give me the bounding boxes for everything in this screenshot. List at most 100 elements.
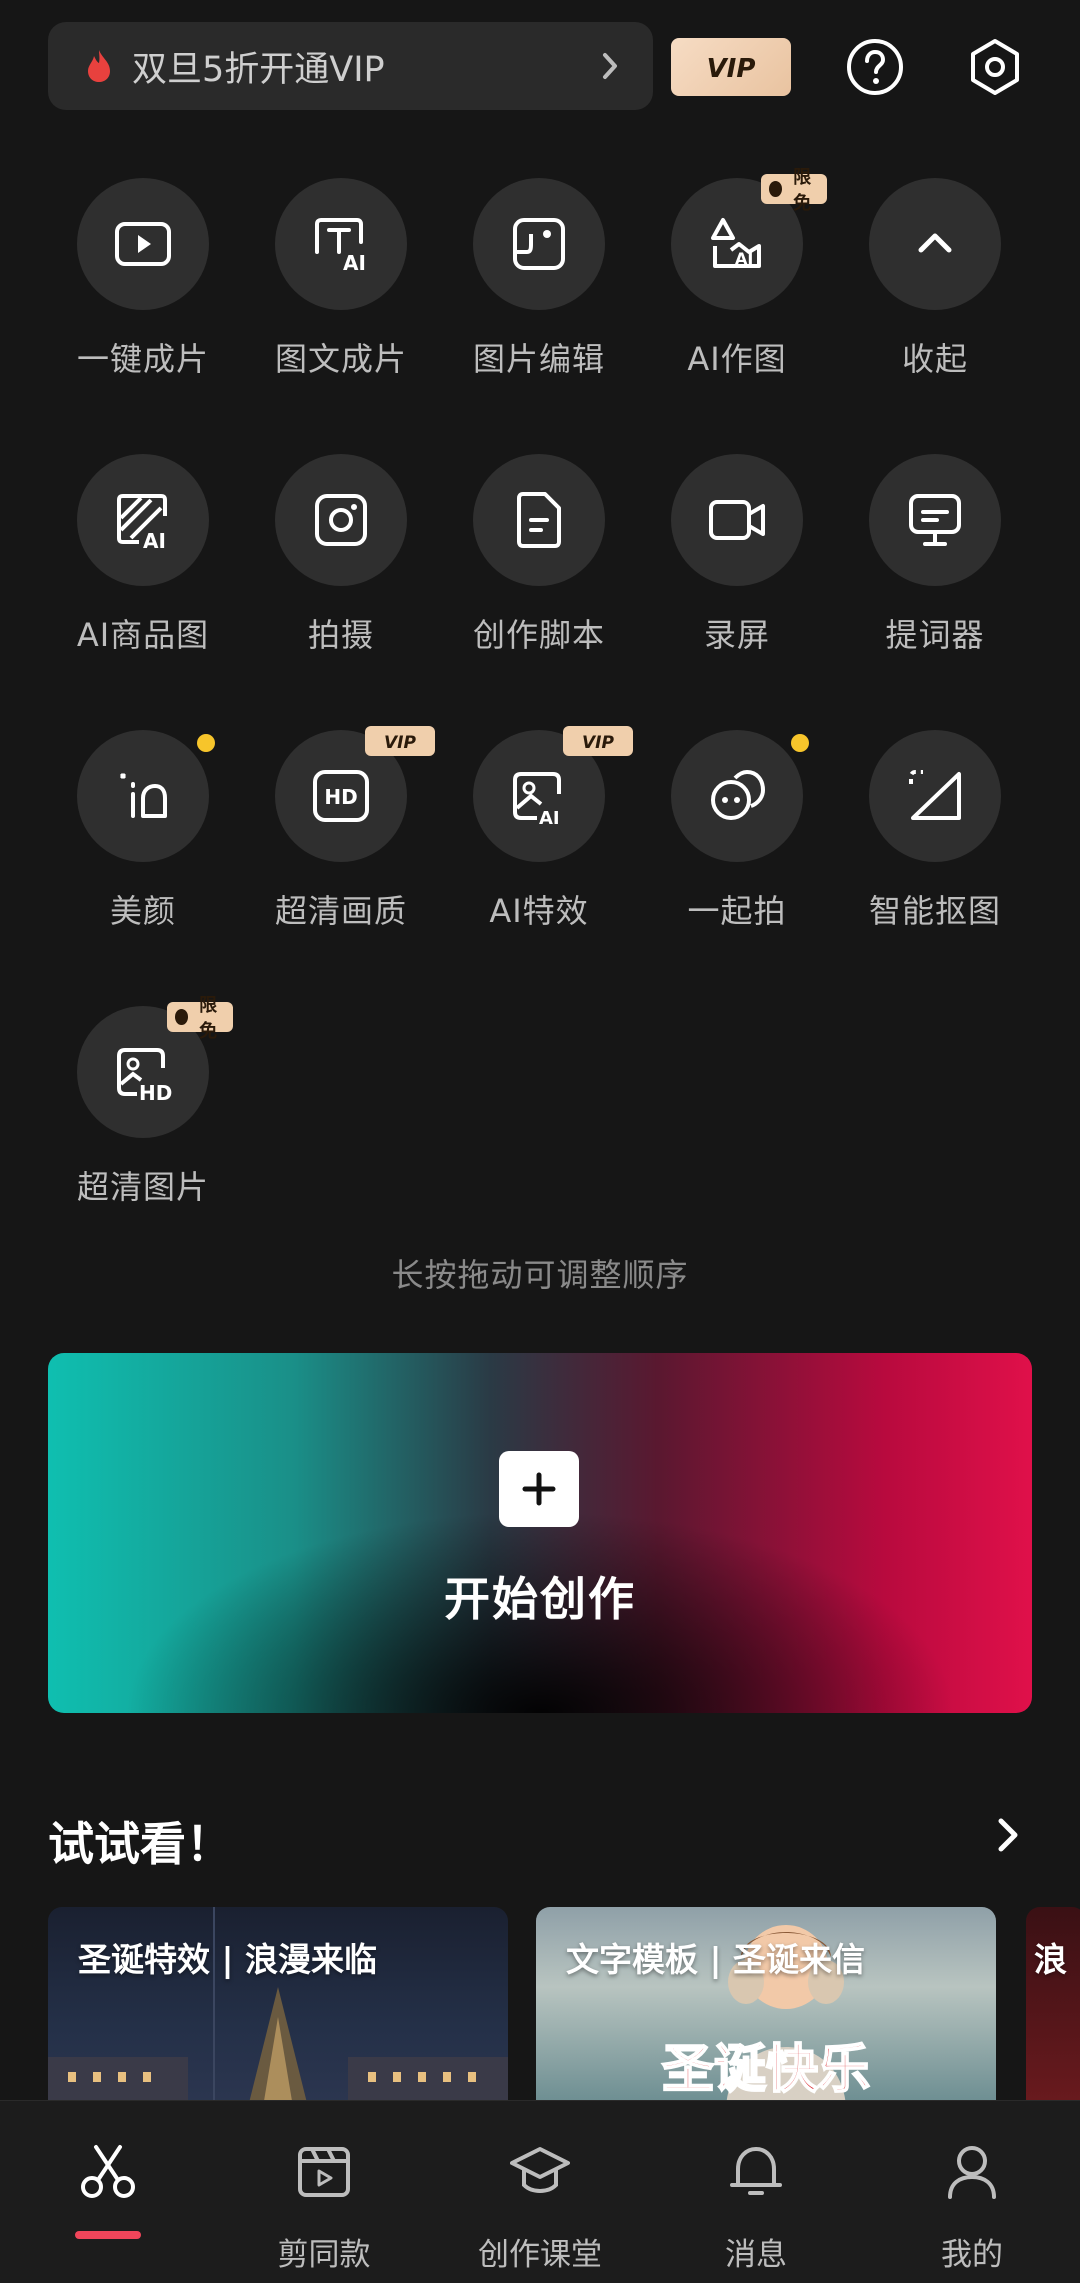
tool-icon-circle bbox=[275, 454, 407, 586]
tool-label: 超清画质 bbox=[274, 892, 407, 930]
new-dot-indicator bbox=[791, 734, 809, 752]
tool-collapse[interactable]: 收起 bbox=[845, 178, 1025, 380]
tool-label: 一键成片 bbox=[76, 340, 209, 378]
nav-profile[interactable]: 我的 bbox=[864, 2101, 1080, 2283]
hd-image-icon: HD bbox=[117, 1048, 172, 1104]
tool-ai-effect[interactable]: AI VIP AI特效 bbox=[449, 726, 633, 932]
nav-label: 创作课堂 bbox=[478, 2237, 602, 2273]
tool-duet[interactable]: 一起拍 bbox=[647, 730, 827, 932]
tool-label: 超清图片 bbox=[76, 1168, 209, 1206]
tool-icon-circle: AI bbox=[275, 178, 407, 310]
tool-icon-circle bbox=[671, 730, 803, 862]
chevron-right-icon[interactable] bbox=[993, 1815, 1023, 1855]
tool-hd-quality[interactable]: HD VIP 超清画质 bbox=[251, 726, 435, 932]
promo-text: 双旦5折开通VIP bbox=[132, 49, 385, 90]
card-title: 文字模板 | 圣诞来信 bbox=[566, 1940, 866, 1979]
help-icon[interactable] bbox=[845, 37, 905, 97]
camera-icon bbox=[315, 494, 367, 546]
svg-text:VIP: VIP bbox=[707, 54, 756, 81]
new-dot-indicator bbox=[197, 734, 215, 752]
nav-edit[interactable] bbox=[0, 2101, 216, 2283]
tool-label: 创作脚本 bbox=[472, 616, 605, 654]
vip-button[interactable]: VIP bbox=[671, 38, 791, 96]
vip-badge: VIP bbox=[365, 726, 435, 756]
tool-label: AI特效 bbox=[489, 892, 589, 930]
text-ai-icon: AI bbox=[315, 218, 366, 275]
svg-text:AI: AI bbox=[735, 249, 753, 268]
badge-text: 限免 bbox=[793, 167, 812, 214]
svg-text:VIP: VIP bbox=[582, 733, 614, 752]
tool-camera[interactable]: 拍摄 bbox=[251, 454, 431, 656]
image-edit-icon bbox=[513, 218, 565, 270]
person-icon bbox=[948, 2146, 996, 2199]
tool-screen-record[interactable]: 录屏 bbox=[647, 454, 827, 656]
scissors-icon bbox=[81, 2145, 135, 2198]
svg-text:AI: AI bbox=[539, 808, 560, 828]
active-indicator bbox=[75, 2231, 141, 2239]
play-video-icon bbox=[115, 222, 171, 266]
tool-icon-circle bbox=[77, 730, 209, 862]
template-card[interactable]: 圣诞特效 | 浪漫来临 bbox=[48, 1907, 508, 2107]
tool-ai-product[interactable]: AI AI商品图 bbox=[53, 454, 233, 656]
settings-icon[interactable] bbox=[965, 37, 1025, 97]
tool-icon-circle bbox=[77, 178, 209, 310]
tool-label: 智能抠图 bbox=[868, 892, 1001, 930]
plus-icon bbox=[499, 1451, 579, 1527]
tool-icon-circle: AI bbox=[77, 454, 209, 586]
hd-icon: HD bbox=[313, 770, 369, 822]
top-bar: 双旦5折开通VIP VIP bbox=[48, 22, 1048, 112]
tool-text-to-video[interactable]: AI 图文成片 bbox=[251, 178, 431, 380]
vip-promo-banner[interactable]: 双旦5折开通VIP bbox=[48, 22, 653, 110]
vip-logo-icon: VIP bbox=[707, 54, 756, 81]
template-card[interactable]: 浪 bbox=[1026, 1907, 1080, 2107]
nav-classroom[interactable]: 创作课堂 bbox=[432, 2101, 648, 2283]
template-card[interactable]: 圣诞快乐 文字模板 | 圣诞来信 bbox=[536, 1907, 996, 2107]
flame-icon bbox=[88, 50, 110, 82]
tool-icon-circle bbox=[869, 454, 1001, 586]
tool-hd-image[interactable]: HD 限免 超清图片 bbox=[53, 995, 233, 1208]
nav-label: 剪同款 bbox=[277, 2237, 371, 2273]
vip-logo-icon: VIP bbox=[582, 733, 614, 752]
tool-ai-draw[interactable]: AI 限免 AI作图 bbox=[647, 167, 827, 380]
nav-template[interactable]: 剪同款 bbox=[216, 2101, 432, 2283]
cutout-icon bbox=[909, 770, 961, 820]
tool-icon-circle bbox=[473, 454, 605, 586]
limited-free-badge: 限免 bbox=[761, 167, 827, 214]
svg-text:HD: HD bbox=[139, 1081, 172, 1104]
tool-label: 录屏 bbox=[703, 616, 770, 654]
limited-free-badge: 限免 bbox=[167, 995, 233, 1042]
clapper-icon bbox=[298, 2147, 350, 2197]
tool-script[interactable]: 创作脚本 bbox=[449, 454, 629, 656]
svg-text:HD: HD bbox=[324, 785, 357, 809]
tool-label: 图片编辑 bbox=[472, 340, 605, 378]
screen-record-icon bbox=[709, 500, 765, 540]
duet-icon bbox=[711, 769, 766, 820]
start-creation-button[interactable]: 开始创作 bbox=[48, 1353, 1032, 1713]
clock-icon bbox=[175, 1009, 189, 1025]
graduation-cap-icon bbox=[510, 2147, 570, 2193]
svg-text:AI: AI bbox=[343, 251, 366, 275]
ai-product-icon: AI bbox=[117, 494, 167, 552]
clock-icon bbox=[769, 181, 783, 197]
card-title: 圣诞特效 | 浪漫来临 bbox=[78, 1940, 378, 1979]
badge-text: 限免 bbox=[199, 995, 218, 1042]
vip-badge: VIP bbox=[563, 726, 633, 756]
section-title: 试试看！ bbox=[48, 1817, 232, 1871]
tool-label: 提词器 bbox=[885, 616, 985, 654]
nav-label: 我的 bbox=[941, 2237, 1003, 2273]
beauty-icon bbox=[119, 772, 167, 818]
tool-label: 一起拍 bbox=[687, 892, 787, 930]
tool-cutout[interactable]: 智能抠图 bbox=[845, 730, 1025, 932]
vip-logo-icon: VIP bbox=[384, 733, 416, 752]
tool-beauty[interactable]: 美颜 bbox=[53, 730, 233, 932]
tool-image-edit[interactable]: 图片编辑 bbox=[449, 178, 629, 380]
nav-label: 消息 bbox=[725, 2237, 787, 2273]
svg-text:AI: AI bbox=[143, 529, 166, 552]
tool-icon-circle bbox=[869, 730, 1001, 862]
tool-label: 拍摄 bbox=[307, 616, 374, 654]
nav-messages[interactable]: 消息 bbox=[648, 2101, 864, 2283]
tool-teleprompter[interactable]: 提词器 bbox=[845, 454, 1025, 656]
chevron-right-icon bbox=[603, 53, 617, 79]
tool-label: 收起 bbox=[901, 340, 968, 378]
tool-one-click-video[interactable]: 一键成片 bbox=[53, 178, 233, 380]
